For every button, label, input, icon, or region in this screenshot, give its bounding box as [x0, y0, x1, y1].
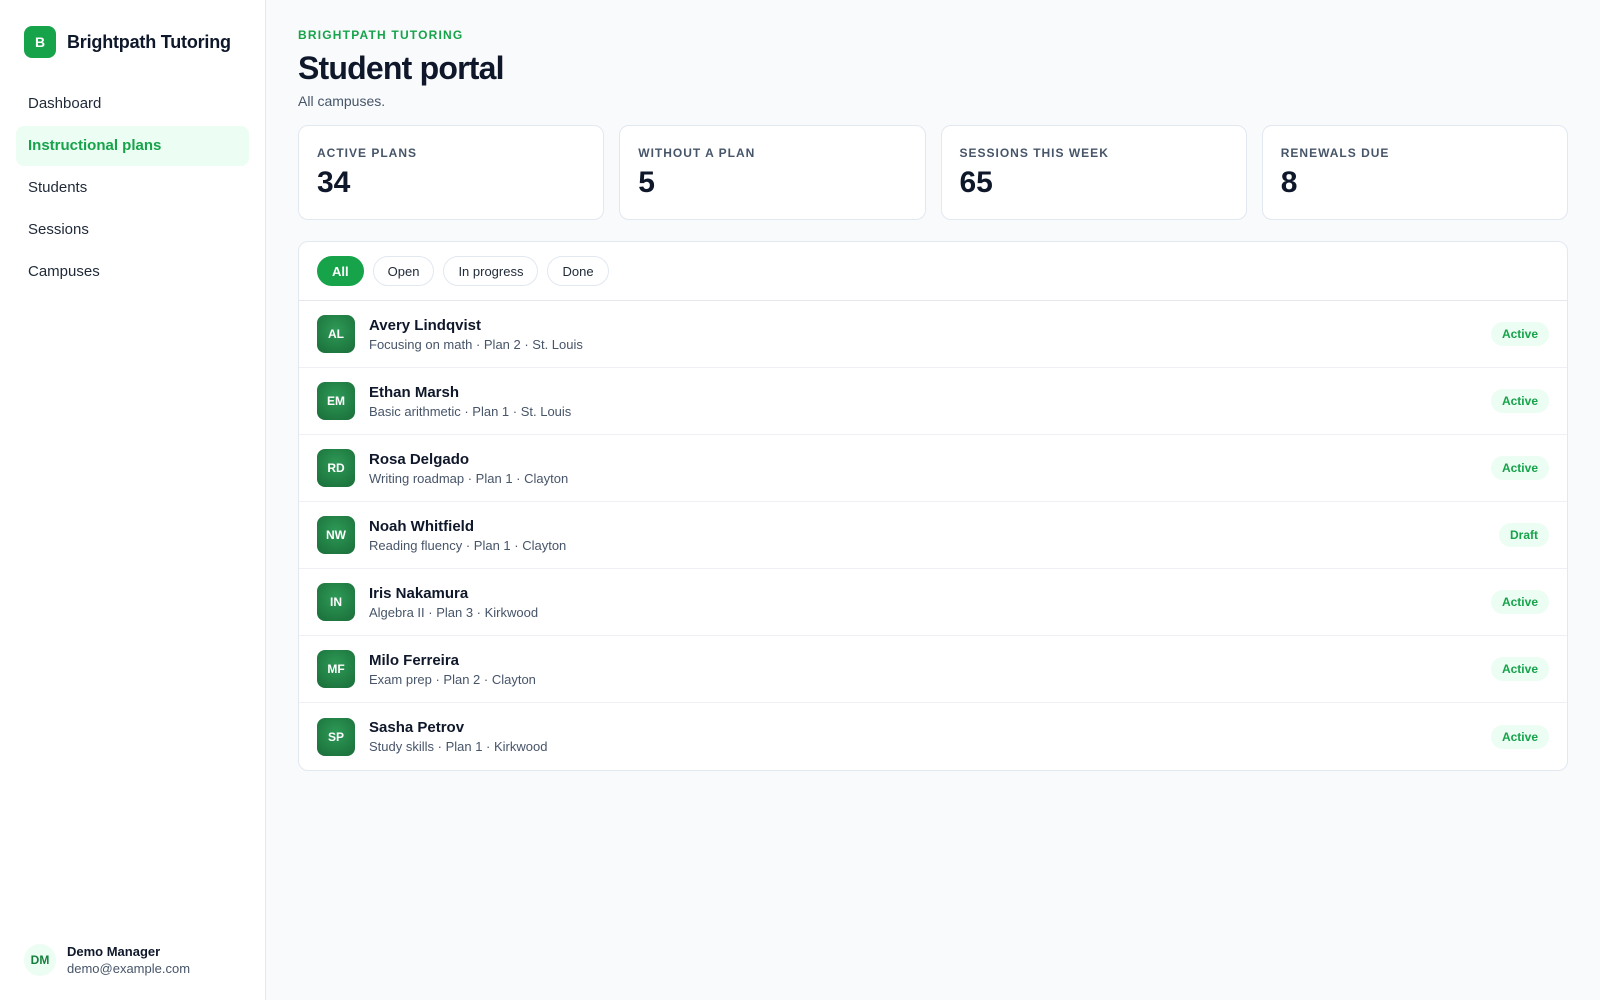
student-name: Noah Whitfield: [369, 517, 474, 535]
sidebar-item-campuses[interactable]: Campuses: [16, 252, 249, 292]
page-subtitle: All campuses.: [298, 93, 386, 109]
stat-value: 8: [1280, 166, 1298, 199]
page-title: Student portal: [298, 50, 504, 86]
stat-card-active-plans: ACTIVE PLANS 34: [298, 125, 605, 220]
list-item[interactable]: RD Rosa Delgado Writing roadmap · Plan 1…: [299, 435, 1567, 502]
list-item[interactable]: IN Iris Nakamura Algebra II · Plan 3 · K…: [299, 569, 1567, 636]
filter-bar: All Open In progress Done: [299, 242, 1567, 301]
status-badge: Active: [1490, 724, 1549, 749]
student-plans-panel: All Open In progress Done AL Avery Lindq…: [298, 241, 1568, 771]
status-badge: Active: [1490, 657, 1549, 681]
stat-card-without-plan: WITHOUT A PLAN 5: [619, 125, 926, 220]
status-badge: Active: [1490, 322, 1549, 346]
stat-label: WITHOUT A PLAN: [638, 146, 756, 160]
avatar: DM: [24, 944, 56, 976]
avatar: IN: [317, 583, 355, 621]
sidebar: B Brightpath Tutoring Dashboard Instruct…: [0, 0, 266, 1000]
user-profile[interactable]: DM Demo Manager demo@example.com: [16, 944, 249, 976]
stat-card-sessions-this-week: SESSIONS THIS WEEK 65: [940, 125, 1247, 220]
stat-value: 65: [959, 166, 993, 199]
filter-open[interactable]: Open: [372, 256, 435, 286]
student-name: Iris Nakamura: [369, 584, 469, 602]
avatar: EM: [317, 382, 355, 420]
status-badge: Draft: [1498, 523, 1549, 547]
brand-name: Brightpath Tutoring: [67, 31, 231, 52]
sidebar-item-dashboard[interactable]: Dashboard: [16, 84, 249, 124]
sidebar-item-students[interactable]: Students: [16, 168, 249, 208]
avatar: MF: [317, 650, 355, 688]
stat-value: 5: [638, 166, 655, 199]
list-item[interactable]: NW Noah Whitfield Reading fluency · Plan…: [299, 502, 1567, 569]
user-name: Demo Manager: [67, 944, 161, 959]
main-content: BRIGHTPATH TUTORING Student portal All c…: [266, 0, 1600, 1000]
student-meta: Algebra II · Plan 3 · Kirkwood: [369, 604, 539, 620]
user-email: demo@example.com: [67, 961, 191, 976]
list-item[interactable]: EM Ethan Marsh Basic arithmetic · Plan 1…: [299, 368, 1567, 435]
avatar: RD: [317, 449, 355, 487]
list-item[interactable]: SP Sasha Petrov Study skills · Plan 1 · …: [299, 703, 1567, 770]
avatar: SP: [317, 717, 355, 756]
filter-done[interactable]: Done: [547, 256, 609, 286]
status-badge: Active: [1490, 590, 1549, 614]
page-eyebrow: BRIGHTPATH TUTORING: [298, 28, 464, 42]
sidebar-item-instructional-plans[interactable]: Instructional plans: [16, 126, 249, 166]
student-meta: Focusing on math · Plan 2 · St. Louis: [369, 336, 583, 352]
brand[interactable]: B Brightpath Tutoring: [16, 26, 249, 58]
stat-value: 34: [317, 166, 351, 199]
student-meta: Exam prep · Plan 2 · Clayton: [369, 671, 536, 687]
student-meta: Basic arithmetic · Plan 1 · St. Louis: [369, 403, 572, 419]
list-item[interactable]: MF Milo Ferreira Exam prep · Plan 2 · Cl…: [299, 636, 1567, 703]
status-badge: Active: [1490, 456, 1549, 480]
student-name: Sasha Petrov: [369, 719, 465, 736]
stat-label: RENEWALS DUE: [1280, 146, 1390, 160]
student-name: Rosa Delgado: [369, 450, 470, 468]
stat-label: SESSIONS THIS WEEK: [959, 146, 1109, 160]
sidebar-item-sessions[interactable]: Sessions: [16, 210, 249, 250]
filter-in-progress[interactable]: In progress: [443, 256, 539, 286]
brand-logo: B: [24, 26, 56, 58]
student-name: Milo Ferreira: [369, 651, 460, 669]
list-item[interactable]: AL Avery Lindqvist Focusing on math · Pl…: [299, 301, 1567, 368]
filter-all[interactable]: All: [317, 256, 364, 286]
student-meta: Reading fluency · Plan 1 · Clayton: [369, 537, 567, 553]
stat-label: ACTIVE PLANS: [317, 146, 418, 160]
stat-card-renewals-due: RENEWALS DUE 8: [1261, 125, 1568, 220]
avatar: NW: [317, 516, 355, 554]
student-meta: Study skills · Plan 1 · Kirkwood: [369, 739, 548, 754]
sidebar-nav: Dashboard Instructional plans Students S…: [16, 84, 249, 294]
status-badge: Active: [1490, 389, 1549, 413]
avatar: AL: [317, 315, 355, 353]
student-name: Avery Lindqvist: [369, 316, 481, 334]
student-name: Ethan Marsh: [369, 383, 460, 401]
stats-row: ACTIVE PLANS 34 WITHOUT A PLAN 5 SESSION…: [298, 125, 1568, 220]
student-meta: Writing roadmap · Plan 1 · Clayton: [369, 470, 569, 486]
